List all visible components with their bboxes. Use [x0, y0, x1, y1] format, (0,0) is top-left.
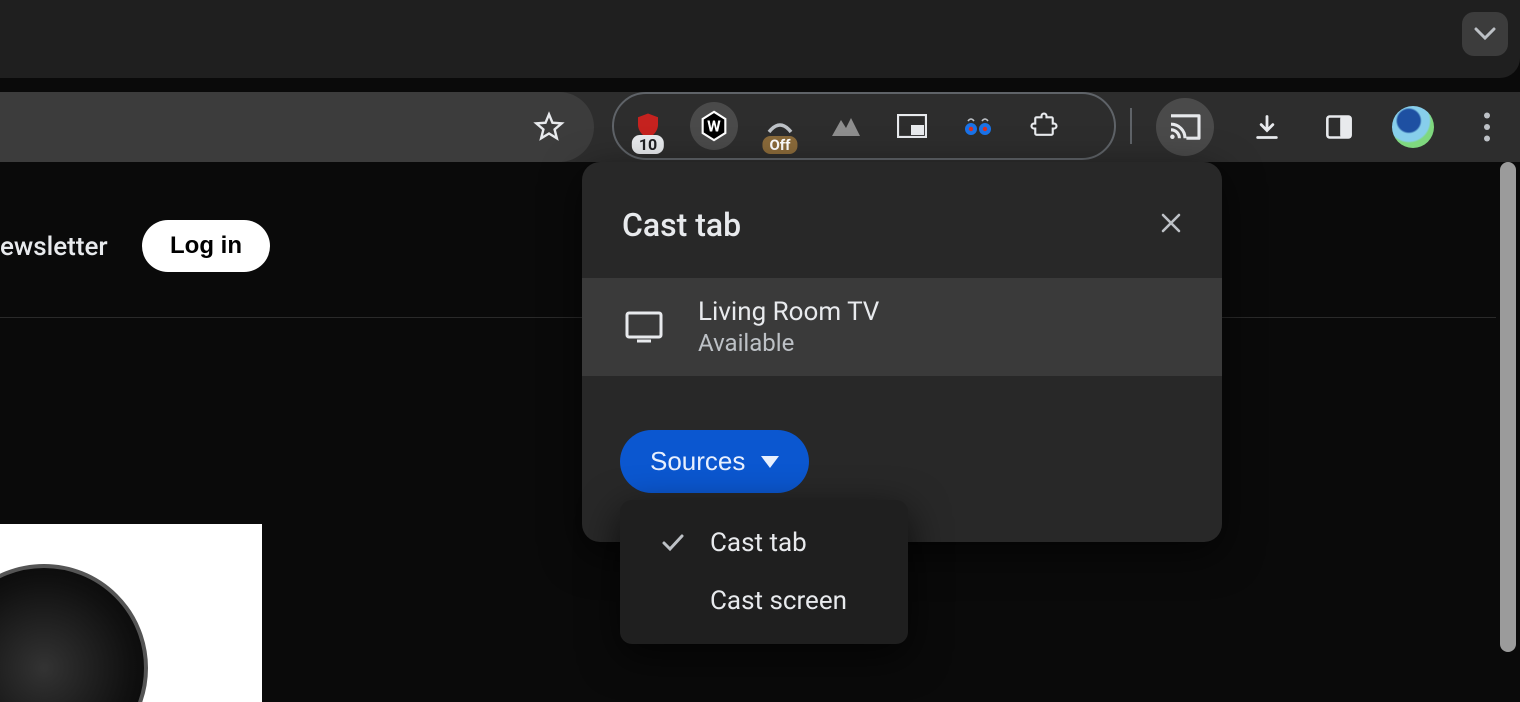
pip-icon	[897, 114, 927, 138]
extension-badge: 10	[632, 135, 664, 154]
extensions-menu-button[interactable]	[1020, 102, 1068, 150]
puzzle-icon	[1029, 111, 1059, 141]
chevron-down-icon	[1474, 27, 1496, 41]
side-panel-icon	[1325, 114, 1353, 140]
check-icon	[660, 533, 686, 553]
address-bar[interactable]	[0, 92, 594, 162]
cast-dialog: Cast tab Living Room TV Available Source…	[582, 162, 1222, 542]
sources-menu: Cast tab Cast screen	[620, 500, 908, 644]
collapse-chevron-button[interactable]	[1462, 12, 1508, 56]
cast-dialog-title: Cast tab	[622, 206, 741, 244]
mountain-icon	[830, 114, 862, 138]
menu-item-label: Cast tab	[710, 528, 807, 558]
extension-shield[interactable]: W	[690, 102, 738, 150]
window-titlebar	[0, 0, 1520, 78]
cast-device-info: Living Room TV Available	[698, 297, 879, 357]
menu-item-cast-screen[interactable]: Cast screen	[620, 572, 908, 630]
menu-item-label: Cast screen	[710, 586, 847, 616]
extension-badge: Off	[762, 136, 797, 154]
extension-arc[interactable]: Off	[756, 102, 804, 150]
sources-label: Sources	[650, 446, 745, 477]
extension-vpn[interactable]	[822, 102, 870, 150]
vertical-scrollbar[interactable]	[1500, 162, 1516, 652]
menu-item-cast-tab[interactable]: Cast tab	[620, 514, 908, 572]
profile-avatar-button[interactable]	[1384, 98, 1442, 156]
bookmark-button[interactable]	[522, 100, 576, 154]
extensions-container: 10 W Off	[612, 92, 1116, 160]
downloads-button[interactable]	[1238, 98, 1296, 156]
extension-ublock[interactable]: 10	[624, 102, 672, 150]
cast-icon	[1168, 113, 1202, 141]
avatar-icon	[1392, 106, 1434, 148]
cast-close-button[interactable]	[1150, 202, 1192, 244]
newsletter-link[interactable]: ewsletter	[0, 232, 108, 262]
download-icon	[1253, 112, 1281, 142]
arc-icon	[765, 116, 795, 136]
cast-device-name: Living Room TV	[698, 297, 879, 327]
cast-button[interactable]	[1156, 98, 1214, 156]
side-panel-button[interactable]	[1310, 98, 1368, 156]
goggles-icon	[961, 115, 995, 137]
toolbar-divider	[1130, 108, 1132, 144]
star-icon	[533, 111, 565, 143]
dropdown-triangle-icon	[761, 456, 779, 468]
chrome-menu-button[interactable]	[1458, 98, 1516, 156]
close-icon	[1159, 211, 1183, 235]
sources-dropdown-button[interactable]: Sources	[620, 430, 809, 493]
svg-text:W: W	[707, 118, 721, 136]
extension-pip[interactable]	[888, 102, 936, 150]
hexagon-icon: W	[697, 109, 731, 143]
login-button[interactable]: Log in	[142, 220, 270, 272]
extension-goggles[interactable]	[954, 102, 1002, 150]
kebab-icon	[1483, 112, 1491, 142]
tv-icon	[624, 310, 664, 344]
cast-device-item[interactable]: Living Room TV Available	[582, 278, 1222, 376]
cast-device-status: Available	[698, 329, 879, 357]
product-image	[0, 524, 262, 702]
